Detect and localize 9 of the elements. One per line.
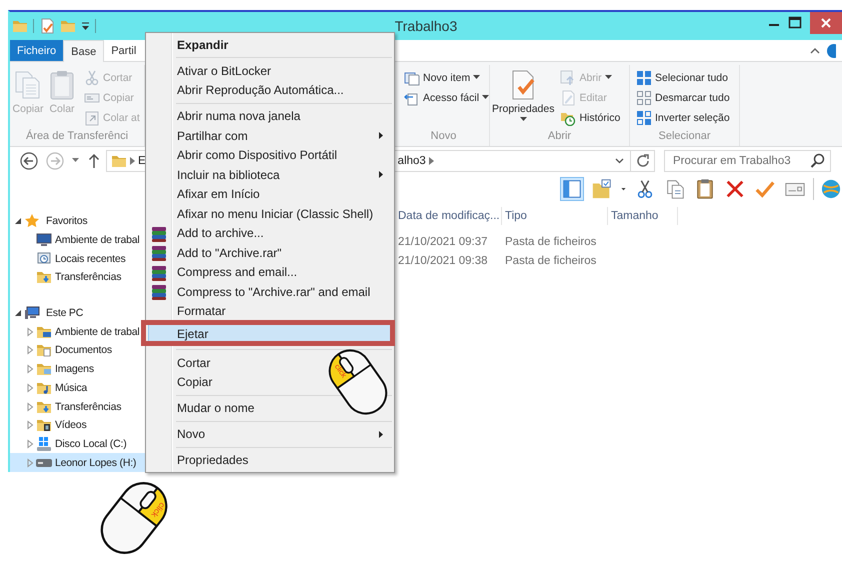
table-cell-text: Pasta de ficheiros bbox=[504, 236, 598, 248]
group-label: Área de Transferênci bbox=[24, 128, 130, 144]
group-label: Selecionar bbox=[658, 129, 712, 144]
group-label: Abrir bbox=[546, 129, 572, 144]
table-cell-text: 21/10/2021 09:38 bbox=[397, 254, 489, 266]
table-cell-text: Pasta de ficheiros bbox=[504, 254, 598, 266]
table-cell-text: 21/10/2021 09:37 bbox=[397, 236, 489, 248]
window-title: Trabalho3 bbox=[394, 18, 458, 34]
group-label: Novo bbox=[430, 129, 458, 144]
